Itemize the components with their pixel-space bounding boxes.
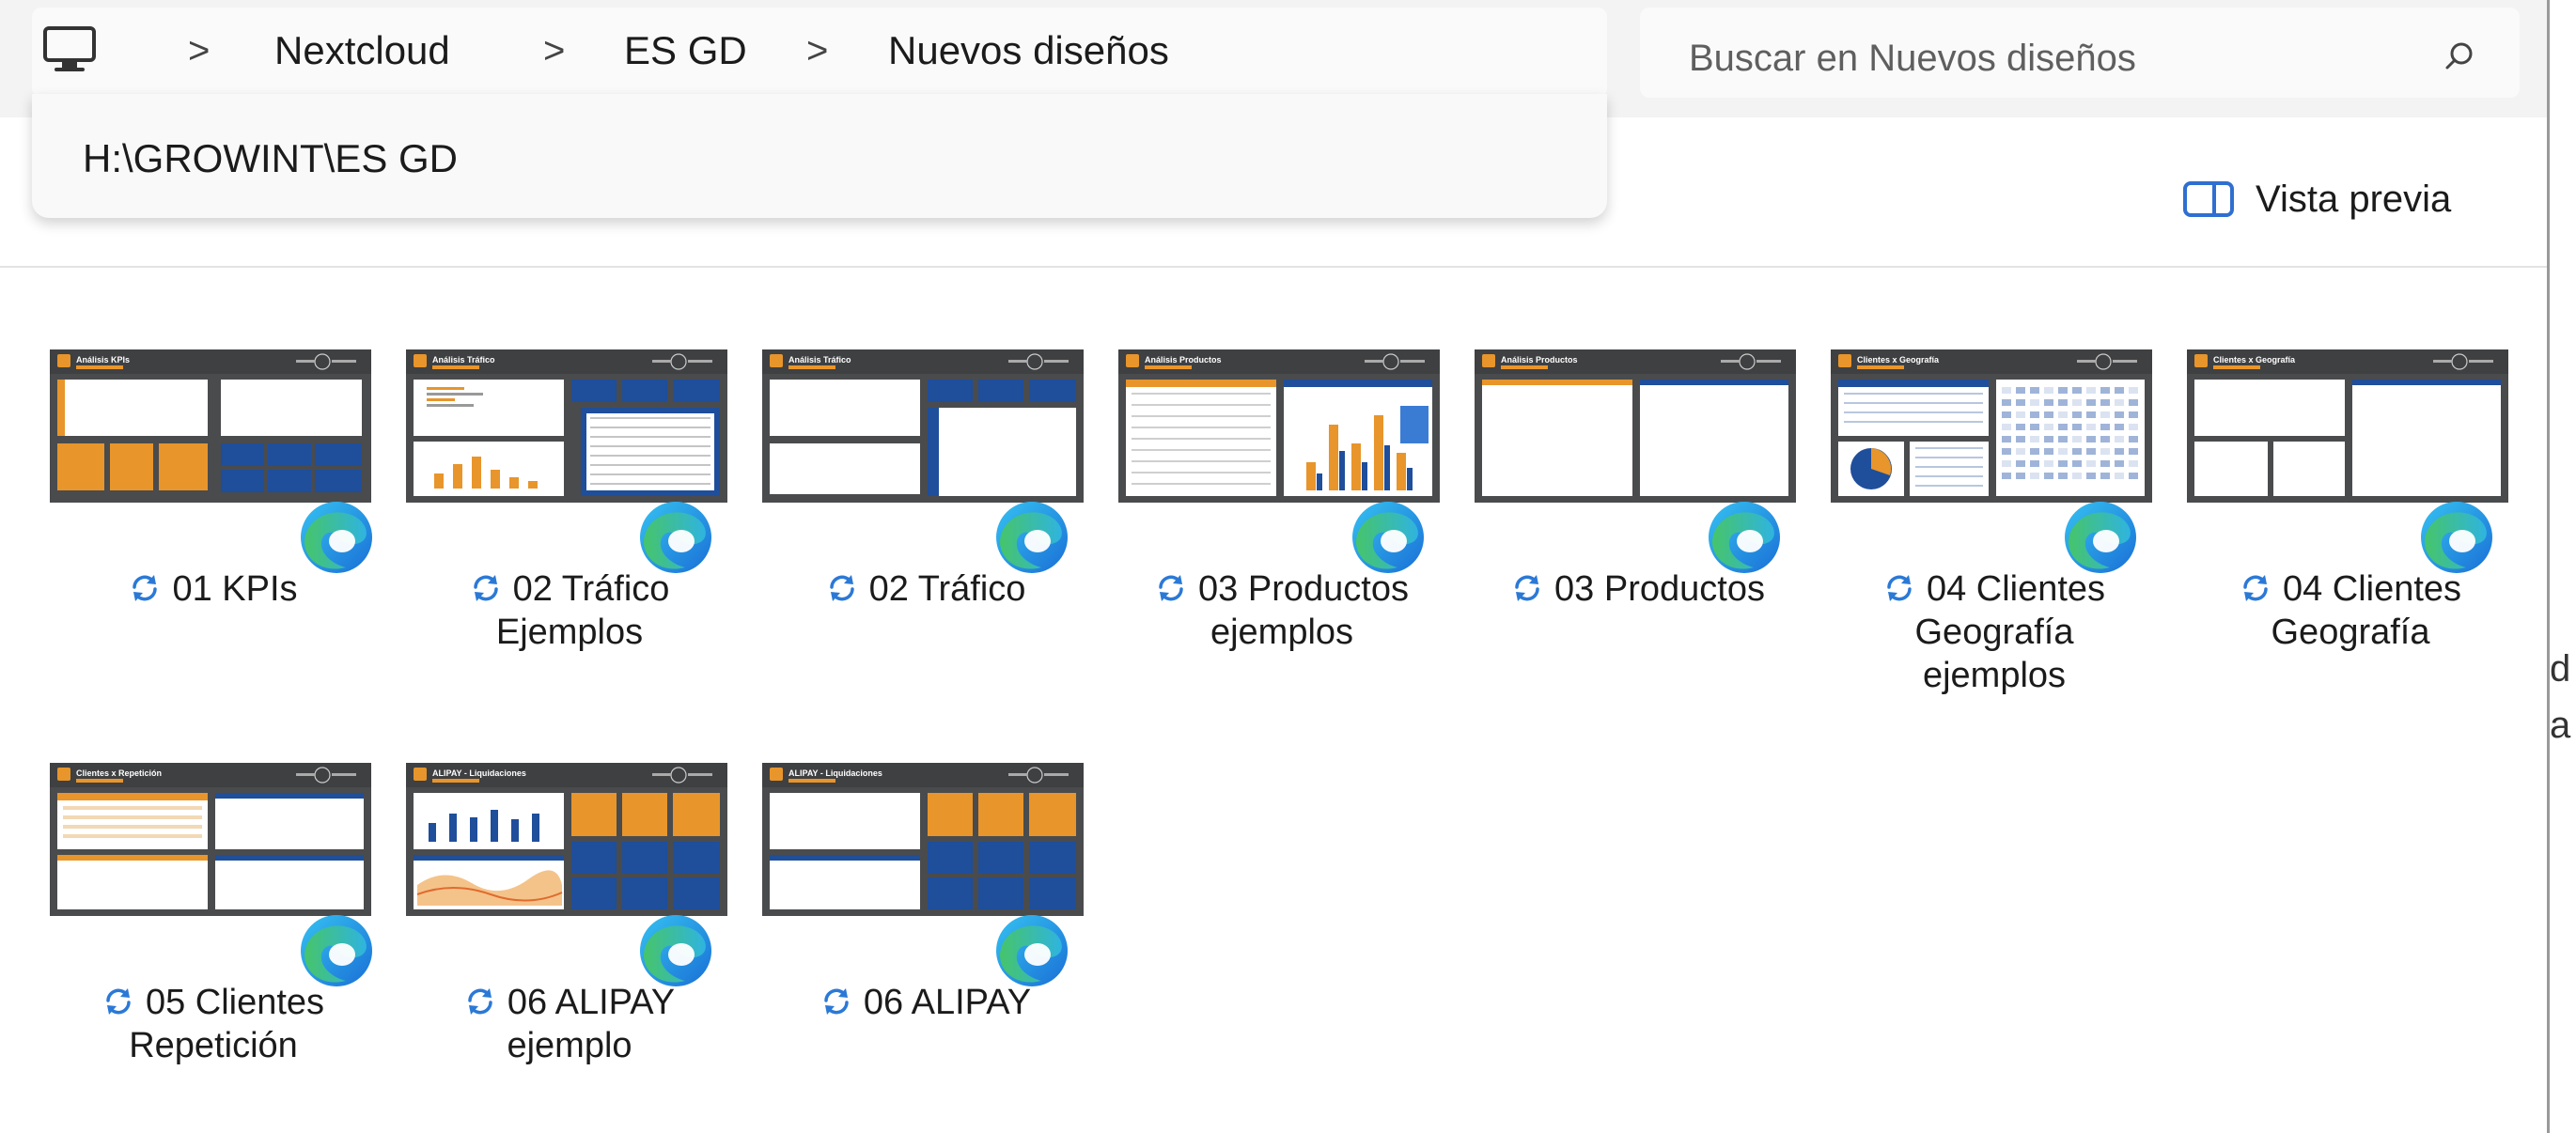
edge-browser-icon [636, 911, 715, 990]
file-name-label[interactable]: 06 ALIPAY ejemplo [390, 981, 749, 1067]
svg-text:Análisis Productos: Análisis Productos [1145, 355, 1222, 365]
file-name-label[interactable]: 06 ALIPAY [746, 981, 1105, 1024]
window-edge [2547, 0, 2550, 1133]
file-thumbnail[interactable]: ALIPAY - Liquidaciones [406, 763, 727, 916]
sync-icon [464, 985, 496, 1017]
sync-icon [1155, 571, 1187, 603]
file-name-text: 05 Clientes [145, 983, 325, 1022]
file-name-line: 04 Clientes [2171, 567, 2530, 611]
search-input[interactable]: Buscar en Nuevos diseños [1640, 8, 2520, 98]
search-icon[interactable] [2439, 36, 2482, 79]
file-thumbnail[interactable]: Análisis Tráfico [406, 349, 727, 503]
breadcrumb-chevron[interactable]: > [543, 24, 565, 77]
edge-browser-icon [992, 498, 1071, 577]
file-name-label[interactable]: 04 Clientes Geografía [2171, 567, 2530, 654]
breadcrumb-item-nuevos-disenos[interactable]: Nuevos diseños [888, 24, 1169, 77]
file-name-text: 06 ALIPAY [863, 983, 1032, 1022]
svg-text:Análisis KPIs: Análisis KPIs [76, 355, 130, 365]
edge-browser-icon [636, 498, 715, 577]
file-thumbnail[interactable]: Clientes x Geografía [2187, 349, 2508, 503]
edge-browser-icon [297, 911, 376, 990]
file-name-label[interactable]: 02 Tráfico Ejemplos [390, 567, 749, 654]
file-name-text: 06 ALIPAY [507, 983, 676, 1022]
svg-text:Análisis Tráfico: Análisis Tráfico [788, 355, 851, 365]
file-name-text: 03 Productos [1198, 569, 1409, 609]
edge-browser-icon [2417, 498, 2496, 577]
file-name-line: Geografía [1914, 613, 2074, 652]
file-name-text: 04 Clientes [1926, 569, 2106, 609]
edge-browser-icon [1349, 498, 1428, 577]
file-name-line: Repetición [129, 1026, 298, 1065]
sync-icon [1511, 571, 1543, 603]
file-explorer-window: { "breadcrumb": { "items": ["Nextcloud",… [0, 0, 2576, 1133]
file-name-line: 02 Tráfico [390, 567, 749, 611]
svg-text:Análisis Tráfico: Análisis Tráfico [432, 355, 495, 365]
file-name-label[interactable]: 01 KPIs [34, 567, 393, 611]
file-name-label[interactable]: 03 Productos [1459, 567, 1818, 611]
file-name-line: 06 ALIPAY [390, 981, 749, 1024]
svg-text:Análisis Productos: Análisis Productos [1501, 355, 1578, 365]
edge-browser-icon [1705, 498, 1784, 577]
file-name-text: 02 Tráfico [868, 569, 1026, 609]
svg-text:ALIPAY - Liquidaciones: ALIPAY - Liquidaciones [432, 768, 526, 778]
svg-text:Clientes x Geografía: Clientes x Geografía [1857, 355, 1940, 365]
monitor-icon[interactable] [41, 24, 98, 75]
file-name-line: Ejemplos [495, 613, 644, 652]
background-window-text: a [2550, 705, 2571, 746]
sync-icon [820, 985, 852, 1017]
file-name-line: 01 KPIs [34, 567, 393, 611]
preview-pane-button[interactable]: Vista previa [2182, 173, 2451, 225]
file-name-line: 02 Tráfico [746, 567, 1105, 611]
file-name-label[interactable]: 04 Clientes Geografía ejemplos [1815, 567, 2174, 697]
preview-pane-icon [2183, 181, 2234, 217]
file-name-line: 03 Productos [1102, 567, 1461, 611]
svg-text:Clientes x Repetición: Clientes x Repetición [76, 768, 162, 778]
file-thumbnail[interactable]: Análisis Productos [1475, 349, 1796, 503]
file-name-text: 03 Productos [1554, 569, 1765, 609]
preview-pane-label: Vista previa [2256, 178, 2452, 220]
edge-browser-icon [2061, 498, 2140, 577]
file-thumbnail[interactable]: Clientes x Geografía [1831, 349, 2152, 503]
file-name-label[interactable]: 02 Tráfico [746, 567, 1105, 611]
address-suggestion-item[interactable]: H:\GROWINT\ES GD [83, 135, 458, 182]
file-name-line: ejemplos [1210, 613, 1354, 652]
file-name-line: ejemplo [507, 1026, 632, 1065]
breadcrumb-chevron[interactable]: > [188, 24, 210, 77]
file-name-label[interactable]: 03 Productos ejemplos [1102, 567, 1461, 654]
sync-icon [826, 571, 858, 603]
breadcrumb-item-nextcloud[interactable]: Nextcloud [274, 24, 450, 77]
sync-icon [129, 571, 161, 603]
search-placeholder: Buscar en Nuevos diseños [1689, 38, 2136, 79]
file-name-text: 04 Clientes [2282, 569, 2462, 609]
file-name-text: 02 Tráfico [512, 569, 670, 609]
svg-text:ALIPAY - Liquidaciones: ALIPAY - Liquidaciones [788, 768, 882, 778]
file-name-line: ejemplos [1922, 656, 2067, 695]
address-suggestion-dropdown: H:\GROWINT\ES GD [32, 94, 1607, 218]
file-thumbnail[interactable]: Clientes x Repetición [50, 763, 371, 916]
file-thumbnail[interactable]: ALIPAY - Liquidaciones [762, 763, 1084, 916]
file-thumbnail[interactable]: Análisis Tráfico [762, 349, 1084, 503]
sync-icon [102, 985, 134, 1017]
svg-text:Clientes x Geografía: Clientes x Geografía [2213, 355, 2296, 365]
file-name-line: 03 Productos [1459, 567, 1818, 611]
file-name-text: 01 KPIs [172, 569, 298, 609]
file-name-line: 06 ALIPAY [746, 981, 1105, 1024]
background-window-text: d [2550, 648, 2571, 690]
file-name-line: Geografía [2271, 613, 2430, 652]
file-name-line: 04 Clientes [1815, 567, 2174, 611]
sync-icon [2240, 571, 2272, 603]
edge-browser-icon [992, 911, 1071, 990]
file-name-label[interactable]: 05 Clientes Repetición [34, 981, 393, 1067]
file-thumbnail[interactable]: Análisis Productos [1118, 349, 1440, 503]
breadcrumb-chevron[interactable]: > [806, 24, 828, 77]
breadcrumb-item-es-gd[interactable]: ES GD [624, 24, 747, 77]
sync-icon [470, 571, 502, 603]
edge-browser-icon [297, 498, 376, 577]
file-thumbnail[interactable]: Análisis KPIs [50, 349, 371, 503]
sync-icon [1883, 571, 1915, 603]
file-name-line: 05 Clientes [34, 981, 393, 1024]
